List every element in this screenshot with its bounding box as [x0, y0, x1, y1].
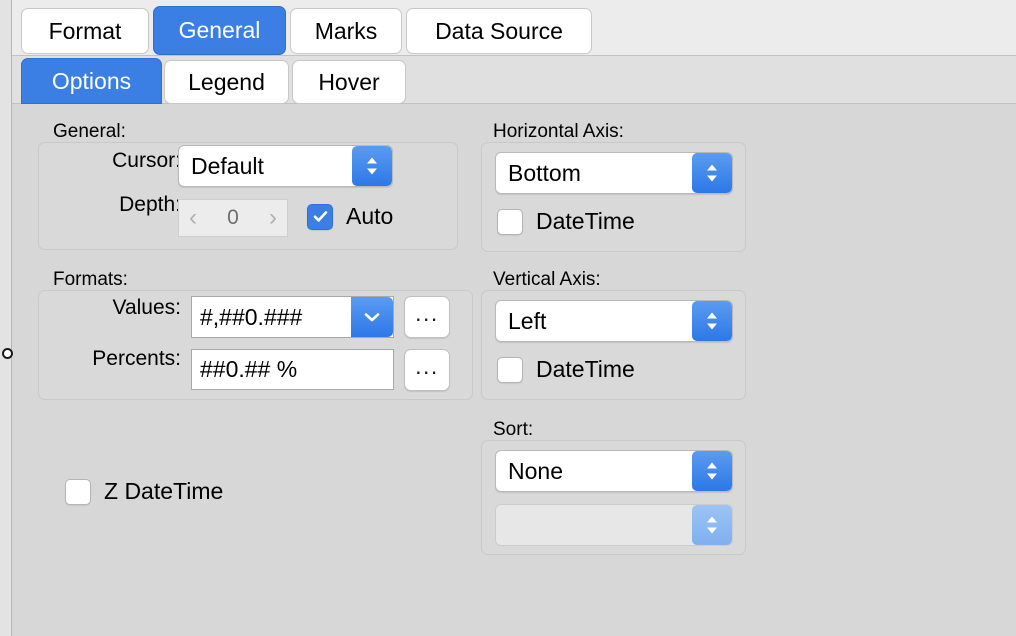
percents-label: Percents:	[92, 347, 181, 370]
vertical-axis-position-select[interactable]: Left	[495, 300, 733, 342]
cursor-value: Default	[191, 152, 264, 179]
tab-marks-label: Marks	[314, 17, 378, 44]
chevron-up-down-icon	[692, 301, 732, 341]
tab-options[interactable]: Options	[21, 58, 162, 104]
checkbox-box	[497, 356, 523, 383]
depth-auto-checkbox[interactable]: Auto	[307, 203, 393, 230]
checkbox-box	[307, 203, 333, 230]
chevron-right-icon[interactable]: ›	[269, 206, 277, 230]
values-format-more-button[interactable]: ...	[404, 296, 450, 338]
values-label: Values:	[112, 296, 182, 319]
values-format-combo[interactable]: #,##0.###	[191, 296, 394, 338]
resize-handle-icon[interactable]	[2, 348, 13, 359]
general-section-caption: General:	[53, 121, 126, 142]
sort-field-select[interactable]	[495, 504, 733, 546]
left-resize-rail[interactable]	[0, 0, 13, 636]
percents-format-value: ##0.## %	[200, 356, 298, 382]
tab-legend-label: Legend	[188, 68, 265, 95]
tab-hover[interactable]: Hover	[292, 60, 406, 104]
tab-format[interactable]: Format	[21, 8, 149, 54]
tab-format-label: Format	[48, 17, 122, 44]
horizontal-axis-datetime-checkbox[interactable]: DateTime	[497, 208, 635, 235]
vertical-axis-position-value: Left	[508, 307, 547, 334]
percents-format-more-button[interactable]: ...	[404, 349, 450, 391]
depth-stepper[interactable]: ‹ 0 ›	[178, 199, 288, 237]
cursor-select[interactable]: Default	[178, 145, 393, 187]
vertical-axis-caption: Vertical Axis:	[493, 269, 601, 290]
z-datetime-label: Z DateTime	[104, 478, 224, 504]
depth-auto-label: Auto	[346, 203, 394, 229]
chevron-up-down-icon	[692, 505, 732, 545]
formats-section-caption: Formats:	[53, 269, 128, 290]
secondary-tab-strip: Options Legend Hover	[12, 56, 1016, 104]
horizontal-axis-position-value: Bottom	[508, 159, 581, 186]
horizontal-axis-caption: Horizontal Axis:	[493, 121, 624, 142]
cursor-label: Cursor:	[112, 149, 181, 172]
values-format-value: #,##0.###	[200, 303, 303, 330]
percents-format-more-label: ...	[415, 353, 439, 379]
horizontal-axis-datetime-label: DateTime	[536, 208, 635, 234]
checkbox-box	[65, 478, 91, 505]
depth-value: 0	[227, 206, 239, 229]
sort-mode-value: None	[508, 457, 563, 484]
values-format-more-label: ...	[415, 300, 439, 326]
horizontal-axis-position-select[interactable]: Bottom	[495, 152, 733, 194]
primary-tab-strip: Format General Marks Data Source	[12, 0, 1016, 56]
checkbox-box	[497, 208, 523, 235]
percents-format-input[interactable]: ##0.## %	[191, 349, 394, 390]
tab-hover-label: Hover	[318, 68, 380, 95]
tab-legend[interactable]: Legend	[164, 60, 289, 104]
chevron-up-down-icon	[352, 146, 392, 186]
tab-marks[interactable]: Marks	[290, 8, 402, 54]
tab-general[interactable]: General	[153, 6, 286, 55]
chevron-left-icon[interactable]: ‹	[189, 206, 197, 230]
vertical-axis-datetime-checkbox[interactable]: DateTime	[497, 356, 635, 383]
tab-options-label: Options	[51, 67, 132, 94]
vertical-axis-datetime-label: DateTime	[536, 356, 635, 382]
chevron-up-down-icon	[692, 153, 732, 193]
tab-data-source-label: Data Source	[435, 17, 563, 44]
depth-label: Depth:	[119, 193, 181, 216]
chart-options-window: Format General Marks Data Source Options…	[0, 0, 1016, 636]
sort-caption: Sort:	[493, 419, 534, 440]
sort-mode-select[interactable]: None	[495, 450, 733, 492]
options-pane: General: Cursor: Default Depth: ‹ 0 › Au…	[13, 104, 1016, 636]
chevron-up-down-icon	[692, 451, 732, 491]
tab-data-source[interactable]: Data Source	[406, 8, 592, 54]
z-datetime-checkbox[interactable]: Z DateTime	[65, 478, 223, 505]
tab-general-label: General	[178, 17, 261, 43]
chevron-down-icon[interactable]	[351, 297, 393, 337]
